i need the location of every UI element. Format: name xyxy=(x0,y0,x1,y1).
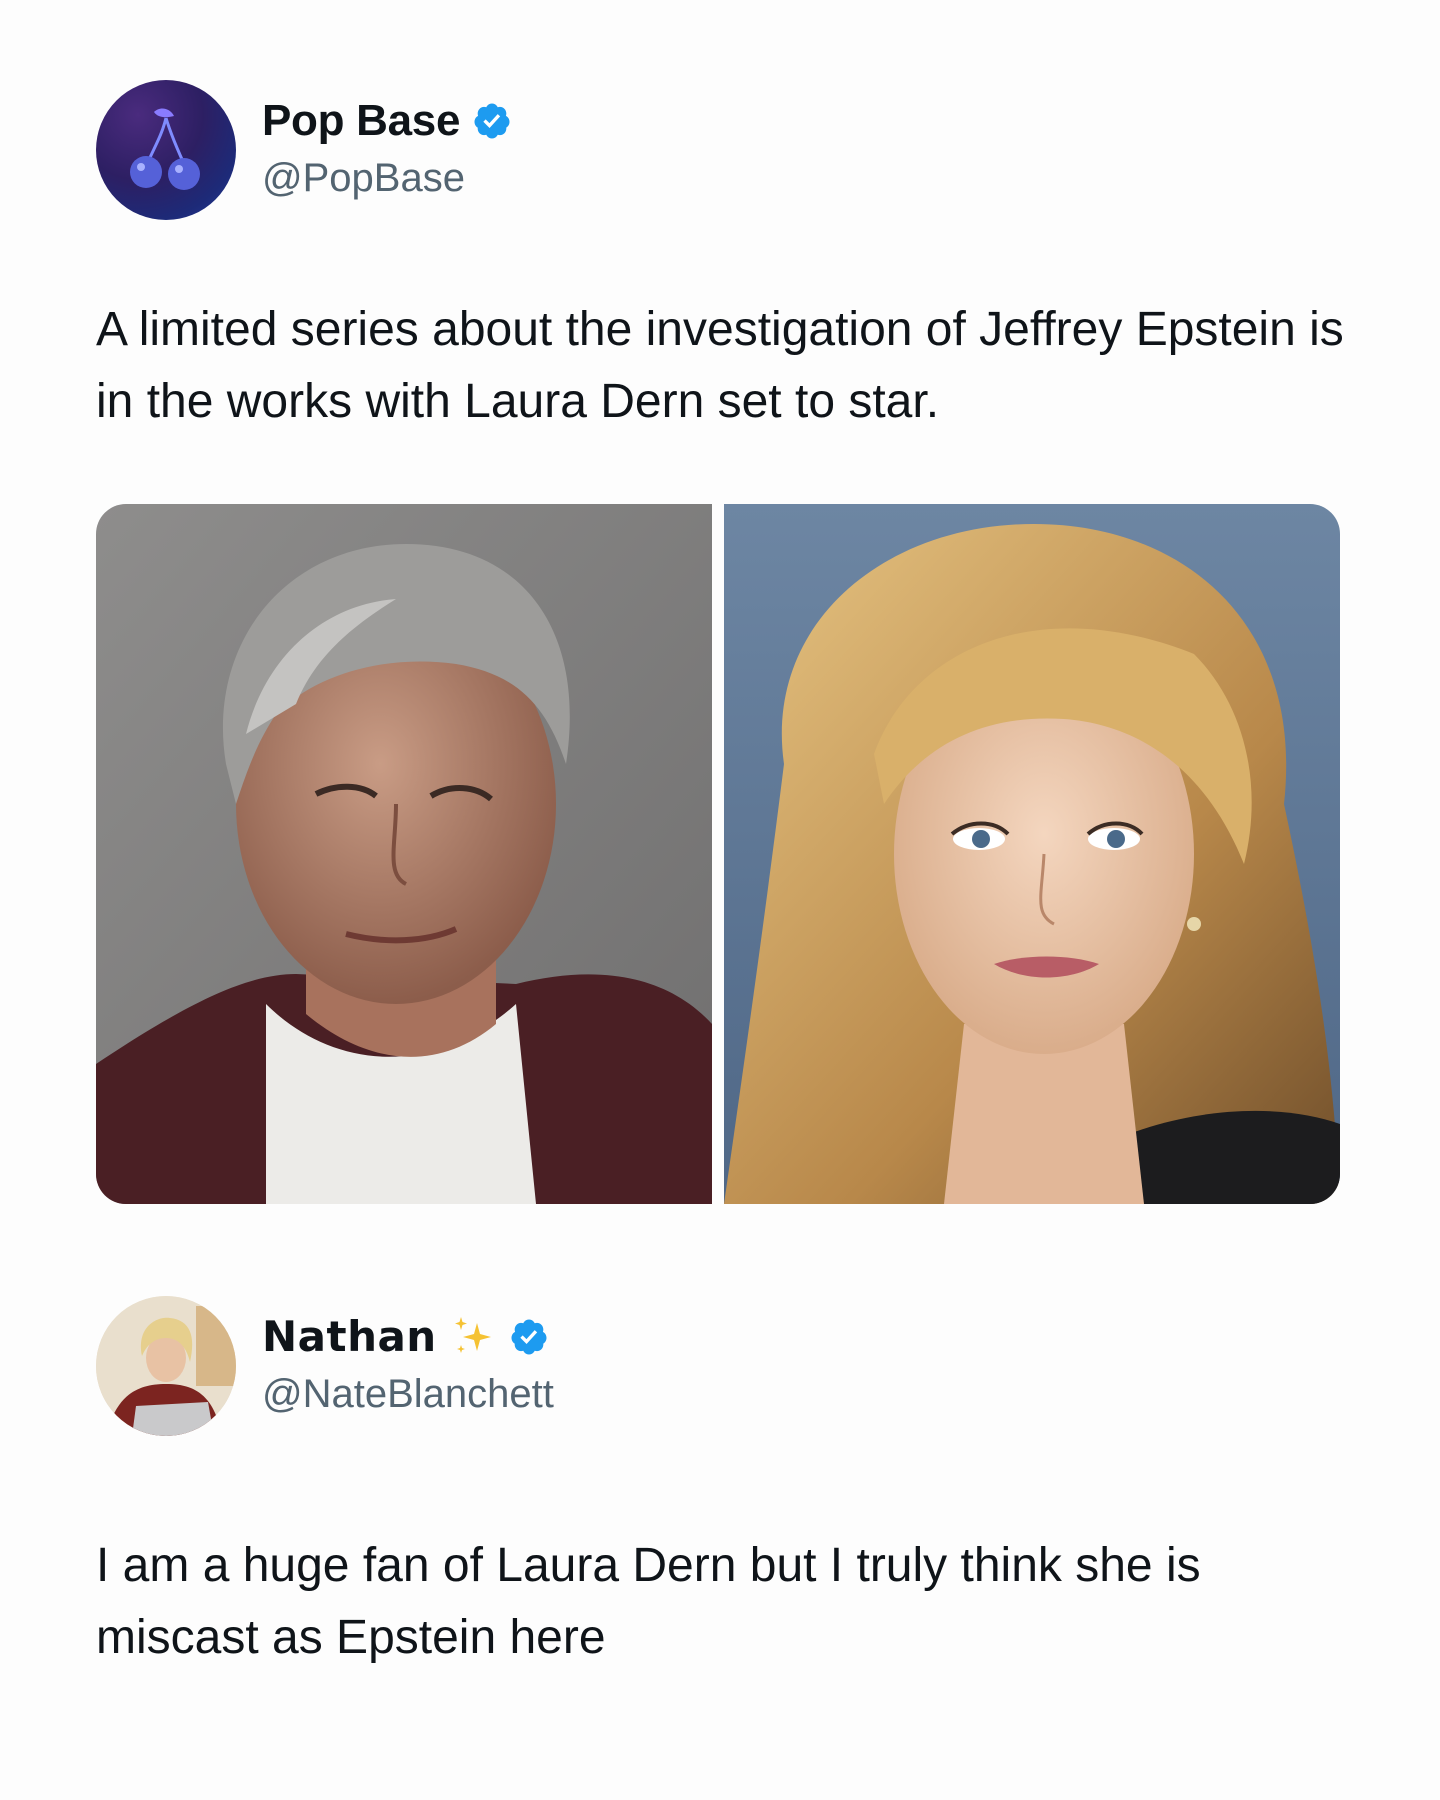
photo-right[interactable] xyxy=(724,504,1340,1204)
tweet-text: I am a huge fan of Laura Dern but I trul… xyxy=(96,1539,1201,1664)
photo-left[interactable] xyxy=(96,504,712,1204)
author-name-row: Pop Base xyxy=(262,96,512,146)
author-handle[interactable]: @NateBlanchett xyxy=(262,1372,554,1417)
cherry-logo-icon xyxy=(130,108,200,190)
profile-photo-icon xyxy=(96,1296,236,1436)
popbase-avatar[interactable] xyxy=(96,80,236,220)
verified-badge-icon xyxy=(474,103,510,139)
nathan-avatar[interactable] xyxy=(96,1296,236,1436)
man-portrait-image xyxy=(96,504,712,1204)
author-display-name[interactable]: Nathan xyxy=(262,1312,437,1361)
tweet-text: A limited series about the investigation… xyxy=(96,303,1344,428)
verified-badge-icon xyxy=(511,1319,547,1354)
woman-portrait-image xyxy=(724,504,1340,1204)
sparkles-emoji-icon xyxy=(454,1316,491,1353)
author-handle[interactable]: @PopBase xyxy=(262,156,465,201)
tweet-popbase[interactable]: Pop Base @PopBase A limited series about… xyxy=(0,0,1440,1270)
author-name-row: Nathan xyxy=(262,1312,549,1361)
tweet-media[interactable] xyxy=(96,504,1340,1204)
tweet-nathan[interactable]: Nathan @NateBlanchett I am a huge fan of… xyxy=(0,1270,1440,1800)
author-display-name[interactable]: Pop Base xyxy=(262,96,460,146)
